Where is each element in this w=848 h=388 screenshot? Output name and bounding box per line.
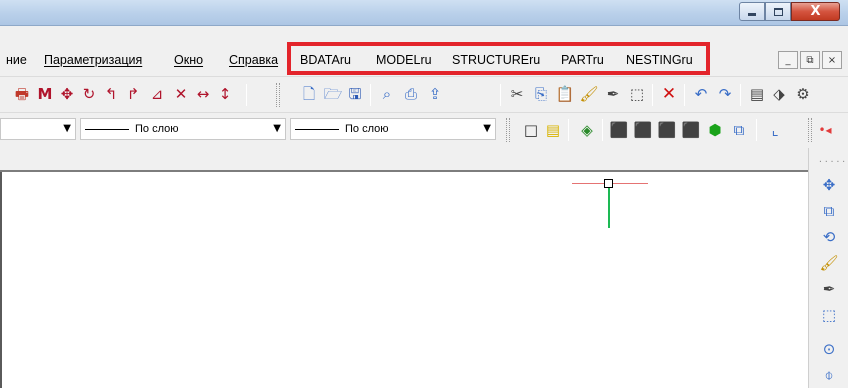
plugin-menus-highlight [287, 42, 710, 75]
toolbar-separator [370, 84, 371, 106]
drawing-canvas[interactable] [0, 172, 808, 388]
rectangle-select-icon[interactable]: □ [522, 121, 540, 139]
lineweight-swatch [295, 128, 339, 130]
move-icon[interactable]: ✥ [58, 85, 76, 103]
doc-close-button[interactable]: × [822, 51, 842, 69]
chevron-down-icon: ▼ [273, 123, 281, 134]
move-tool-icon[interactable]: ✥ [820, 176, 838, 194]
box-yellow-2-icon[interactable]: ⬛ [658, 121, 677, 139]
save-icon[interactable]: 🖫 [346, 85, 364, 103]
properties-icon[interactable]: ▤ [748, 85, 766, 103]
toolbar-grip[interactable] [808, 118, 812, 142]
copy-icon[interactable]: ⎘ [532, 85, 550, 103]
view-icon[interactable]: ⧉ [730, 121, 748, 139]
menu-item-view[interactable]: ние [6, 53, 27, 67]
close-icon: X [810, 4, 821, 19]
paste-icon[interactable]: 📋 [556, 85, 575, 103]
layer-state-icon[interactable]: ◈ [578, 121, 596, 139]
menu-item-help[interactable]: Справка [229, 53, 278, 67]
rotate-tool-icon[interactable]: ⊙ [820, 340, 838, 358]
delete-x-icon[interactable]: ✕ [172, 85, 190, 103]
select-cursor-icon[interactable]: ⬚ [628, 85, 646, 103]
eyedropper-icon[interactable]: ✒ [604, 85, 622, 103]
undo-icon[interactable]: ↶ [692, 85, 710, 103]
plot-icon[interactable]: ⎙ [402, 85, 420, 103]
maximize-button[interactable] [765, 2, 791, 21]
toolbar-grip[interactable] [276, 83, 280, 107]
stretch-tool-icon[interactable]: ⬚ [820, 306, 838, 324]
plot-preview-icon[interactable]: ⌕ [378, 85, 396, 103]
box-red-icon[interactable]: ⬛ [610, 121, 629, 139]
doc-restore-button[interactable]: ⧉ [800, 51, 820, 69]
minimize-icon [748, 13, 756, 16]
toolbar-separator [246, 84, 247, 106]
doc-minimize-button[interactable]: _ [778, 51, 798, 69]
window-title-bar: X [0, 0, 848, 26]
toolbar-separator [500, 84, 501, 106]
design-center-icon[interactable]: ⬗ [770, 85, 788, 103]
box-yellow-3-icon[interactable]: ⬛ [682, 121, 701, 139]
crosshair-y-axis [608, 184, 610, 228]
menu-item-window[interactable]: Окно [174, 53, 203, 67]
new-file-icon[interactable]: 🗋 [300, 85, 318, 103]
linetype-select[interactable]: По слою ▼ [80, 118, 286, 140]
standard-toolbar: 🖶 M ✥ ↻ ↰ ↱ ⊿ ✕ ↔ ↕ 🗋 🗁 🖫 ⌕ ⎙ ⇪ ✂ ⎘ 📋 🖌 … [0, 76, 848, 112]
horizontal-dimension-icon[interactable]: ↔ [194, 85, 212, 103]
eyedropper-tool-icon[interactable]: ✒ [820, 280, 838, 298]
offset-tool-icon[interactable]: ⟲ [820, 228, 838, 246]
lineweight-value: По слою [345, 123, 389, 135]
redo-icon[interactable]: ↷ [716, 85, 734, 103]
toolbar-grip[interactable]: ...... [818, 155, 848, 164]
match-properties-icon[interactable]: 🖌 [579, 85, 598, 103]
move-m-icon[interactable]: M [36, 85, 54, 103]
menu-item-parametrization[interactable]: Параметризация [44, 53, 142, 67]
mirror-tool-icon[interactable]: ⌽ [820, 366, 838, 384]
drawing-tabs-strip [0, 148, 848, 172]
box-green-icon[interactable]: ⬢ [706, 121, 724, 139]
lineweight-select[interactable]: По слою ▼ [290, 118, 496, 140]
scale-icon[interactable]: ⊿ [148, 85, 166, 103]
undo-arrow-icon[interactable]: ↰ [102, 85, 120, 103]
toolbar-separator [652, 84, 653, 106]
color-select[interactable]: ▼ [0, 118, 76, 140]
layer-properties-icon[interactable]: ▤ [544, 121, 562, 139]
close-button[interactable]: X [791, 2, 840, 21]
redo-arrow-icon[interactable]: ↱ [124, 85, 142, 103]
ucs-icon[interactable]: ⌞ [766, 121, 784, 139]
chevron-down-icon: ▼ [63, 123, 71, 134]
open-file-icon[interactable]: 🗁 [324, 85, 343, 103]
copy-tool-icon[interactable]: ⧉ [820, 202, 838, 220]
linetype-swatch [85, 128, 129, 130]
rotate-icon[interactable]: ↻ [80, 85, 98, 103]
box-yellow-icon[interactable]: ⬛ [634, 121, 653, 139]
toolbar-grip[interactable] [506, 118, 510, 142]
toolbar-separator [602, 119, 603, 141]
minimize-button[interactable] [739, 2, 765, 21]
document-window-controls: _ ⧉ × [778, 51, 842, 69]
publish-icon[interactable]: ⇪ [426, 85, 444, 103]
cut-icon[interactable]: ✂ [508, 85, 526, 103]
print-icon[interactable]: 🖶 [13, 85, 31, 103]
layer-tool-icon[interactable]: •◂ [816, 121, 834, 139]
brush-tool-icon[interactable]: 🖌 [819, 254, 838, 272]
toolbar-separator [740, 84, 741, 106]
linetype-value: По слою [135, 123, 179, 135]
tool-palette-icon[interactable]: ⚙ [794, 85, 812, 103]
cancel-red-x-icon[interactable]: ✕ [660, 85, 678, 103]
vertical-dimension-icon[interactable]: ↕ [216, 85, 234, 103]
crosshair-pickbox [604, 179, 613, 188]
maximize-icon [773, 7, 783, 16]
toolbar-separator [684, 84, 685, 106]
toolbar-separator [568, 119, 569, 141]
toolbar-separator [756, 119, 757, 141]
chevron-down-icon: ▼ [483, 123, 491, 134]
